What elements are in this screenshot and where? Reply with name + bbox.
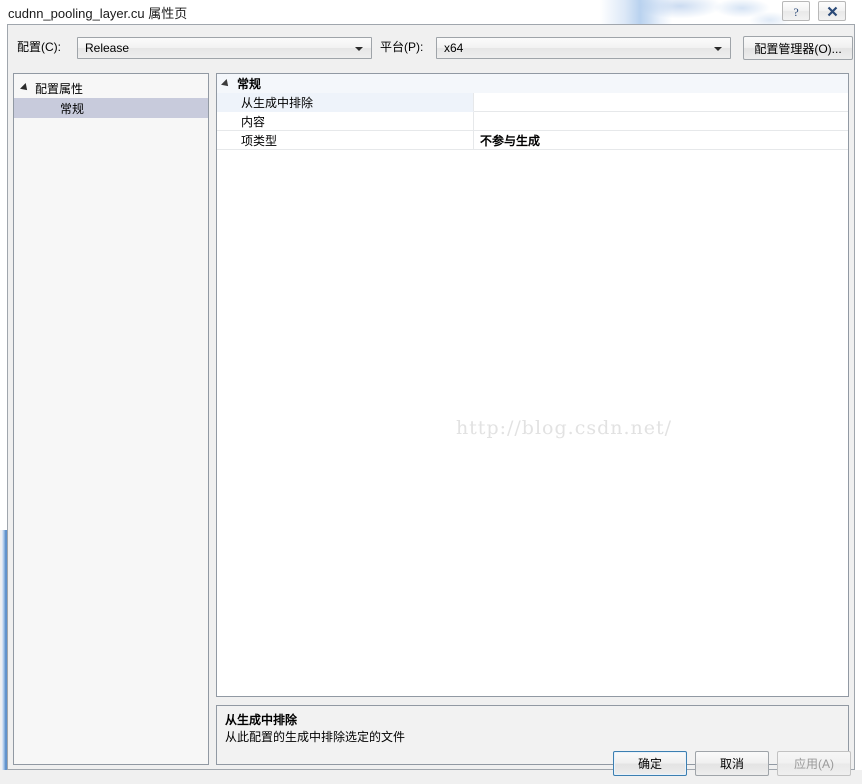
help-button[interactable]: ? (782, 1, 810, 21)
property-name: 从生成中排除 (217, 93, 474, 112)
property-value[interactable] (474, 112, 848, 131)
tree-item-label: 常规 (60, 101, 85, 116)
property-category-tree[interactable]: 配置属性 常规 (13, 73, 209, 765)
platform-dropdown[interactable]: x64 (436, 37, 731, 59)
expander-triangle-icon[interactable] (20, 83, 30, 93)
property-value[interactable] (474, 93, 848, 112)
table-row[interactable]: 内容 (217, 112, 848, 131)
close-button[interactable] (818, 1, 846, 21)
svg-text:?: ? (793, 5, 798, 18)
expander-triangle-icon[interactable] (221, 78, 231, 89)
configuration-manager-button[interactable]: 配置管理器(O)... (743, 36, 853, 60)
watermark-text: http://blog.csdn.net/ (455, 417, 673, 439)
property-grid[interactable]: 常规 从生成中排除 内容 项类型 不参与生成 http://blog.csdn.… (216, 73, 849, 697)
configuration-value: Release (85, 41, 130, 55)
cancel-button[interactable]: 取消 (695, 751, 769, 776)
table-row[interactable]: 项类型 不参与生成 (217, 131, 848, 150)
grid-category-header[interactable]: 常规 (217, 74, 848, 93)
platform-value: x64 (444, 41, 464, 55)
configuration-dropdown[interactable]: Release (77, 37, 372, 59)
tree-item-general[interactable]: 常规 (14, 98, 208, 118)
apply-button: 应用(A) (777, 751, 851, 776)
dialog-titlebar: cudnn_pooling_layer.cu 属性页 ? (0, 0, 862, 24)
configuration-label: 配置(C): (17, 40, 61, 54)
description-text: 从此配置的生成中排除选定的文件 (225, 730, 406, 744)
tree-item-label: 配置属性 (35, 81, 84, 96)
close-x-icon (827, 6, 837, 16)
dialog-title: cudnn_pooling_layer.cu 属性页 (8, 6, 188, 21)
grid-category-label: 常规 (237, 77, 262, 91)
property-value[interactable]: 不参与生成 (474, 131, 848, 150)
config-toolbar: 配置(C): Release 平台(P): x64 配置管理器(O)... (8, 25, 854, 67)
chevron-down-icon (355, 47, 363, 51)
tree-item-configuration-properties[interactable]: 配置属性 (14, 78, 208, 98)
property-name: 内容 (217, 112, 474, 131)
property-name: 项类型 (217, 131, 474, 150)
platform-label: 平台(P): (380, 40, 424, 54)
table-row[interactable]: 从生成中排除 (217, 93, 848, 112)
chevron-down-icon (714, 47, 722, 51)
ok-button[interactable]: 确定 (613, 751, 687, 776)
help-question-icon: ? (793, 5, 798, 18)
property-pages-dialog: 配置(C): Release 平台(P): x64 配置管理器(O)... 配置… (7, 24, 855, 770)
description-title: 从生成中排除 (225, 713, 298, 727)
